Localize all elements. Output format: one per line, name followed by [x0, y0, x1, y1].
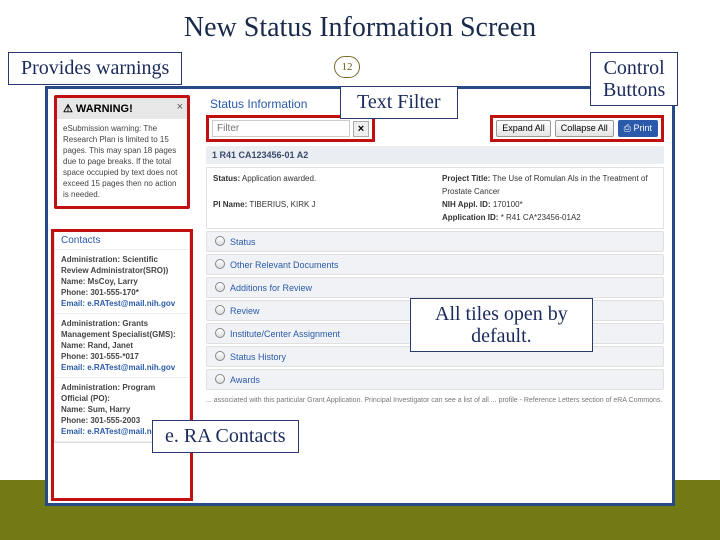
screenshot-frame: ⚠ WARNING! × eSubmission warning: The Re…	[45, 86, 675, 506]
expand-all-button[interactable]: Expand All	[496, 120, 551, 137]
contact-block: Administration: Scientific Review Admini…	[55, 250, 189, 314]
filter-clear-button[interactable]: ×	[353, 121, 369, 137]
collapsible-tile[interactable]: Other Relevant Documents	[206, 254, 664, 275]
application-id-bar: 1 R41 CA123456-01 A2	[206, 146, 664, 164]
warning-body-text: eSubmission warning: The Research Plan i…	[57, 119, 187, 206]
close-icon[interactable]: ×	[177, 101, 183, 113]
callout-era-contacts: e. RA Contacts	[152, 420, 299, 453]
warning-panel: ⚠ WARNING! × eSubmission warning: The Re…	[54, 95, 190, 209]
control-buttons-group: Expand All Collapse All ⎙ Print	[490, 115, 664, 142]
text-filter-box: ×	[206, 115, 375, 142]
contacts-heading: Contacts	[55, 230, 189, 250]
application-id-value: * R41 CA*23456-01A2	[501, 213, 581, 222]
slide-title: New Status Information Screen	[0, 0, 720, 50]
callout-provides-warnings: Provides warnings	[8, 52, 182, 85]
collapse-all-button[interactable]: Collapse All	[555, 120, 614, 137]
filter-row: × Expand All Collapse All ⎙ Print	[206, 115, 664, 142]
callout-control-buttons: Control Buttons	[590, 52, 678, 106]
filter-input[interactable]	[212, 120, 350, 137]
pi-name-value: TIBERIUS, KIRK J	[249, 200, 315, 209]
warning-header: ⚠ WARNING! ×	[57, 98, 187, 119]
warning-title: ⚠ WARNING!	[63, 103, 133, 115]
nih-appl-id-value: 170100*	[493, 200, 523, 209]
collapsible-tile[interactable]: Additions for Review	[206, 277, 664, 298]
contact-block: Administration: Grants Management Specia…	[55, 314, 189, 378]
pi-name-label: PI Name:	[213, 200, 247, 209]
summary-box: Status: Application awarded. Project Tit…	[206, 167, 664, 229]
collapsible-tile[interactable]: Status	[206, 231, 664, 252]
status-value: Application awarded.	[242, 174, 316, 183]
status-label: Status:	[213, 174, 240, 183]
collapsible-tile[interactable]: Awards	[206, 369, 664, 390]
project-title-label: Project Title:	[442, 174, 490, 183]
callout-tiles-open: All tiles open by default.	[410, 298, 593, 352]
contacts-panel: Contacts Administration: Scientific Revi…	[54, 229, 190, 443]
nih-appl-id-label: NIH Appl. ID:	[442, 200, 491, 209]
page-number-badge: 12	[334, 56, 360, 78]
callout-text-filter: Text Filter	[340, 86, 458, 119]
print-button[interactable]: ⎙ Print	[618, 120, 658, 137]
application-id-label: Application ID:	[442, 213, 498, 222]
disclaimer-text: ... associated with this particular Gran…	[206, 396, 664, 406]
